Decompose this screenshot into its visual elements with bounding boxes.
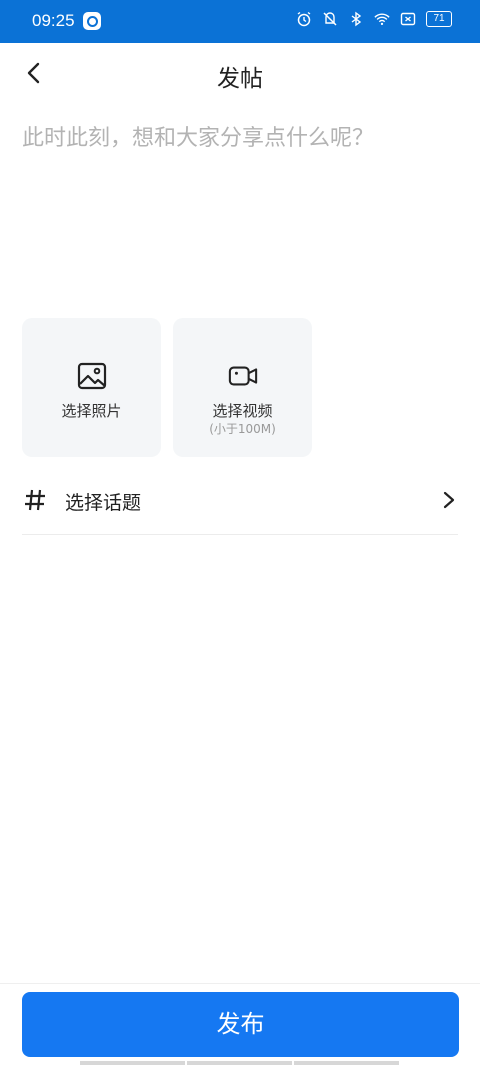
bluetooth-icon (351, 11, 362, 27)
wifi-icon (374, 13, 390, 26)
select-topic-label: 选择话题 (65, 492, 142, 514)
app-notification-icon (83, 12, 101, 30)
page-title: 发帖 (217, 66, 263, 92)
sim-icon (400, 12, 416, 26)
page-header: 发帖 (0, 43, 480, 105)
nav-gesture-bar-right (294, 1061, 399, 1065)
battery-icon: 71 (426, 11, 452, 27)
hash-icon (25, 489, 45, 511)
publish-button[interactable]: 发布 (22, 992, 459, 1057)
video-size-limit: (小于100M) (209, 422, 276, 436)
video-camera-icon (228, 366, 258, 386)
select-photo-label: 选择照片 (61, 402, 122, 420)
status-bar: 09:25 71 (0, 0, 480, 43)
alarm-icon (297, 11, 311, 27)
mute-icon (323, 12, 337, 26)
nav-gesture-bar-center (187, 1061, 292, 1065)
select-topic-row[interactable]: 选择话题 (22, 470, 458, 535)
select-video-label: 选择视频 (212, 402, 273, 420)
post-content-input[interactable] (22, 120, 458, 300)
status-icons: 71 (296, 11, 452, 27)
select-photo-button[interactable]: 选择照片 (22, 318, 161, 457)
select-video-button[interactable]: 选择视频 (小于100M) (173, 318, 312, 457)
nav-gesture-bar-left (80, 1061, 185, 1065)
image-icon (77, 362, 107, 390)
footer-divider (0, 983, 480, 984)
status-time: 09:25 (32, 11, 75, 30)
chevron-right-icon (443, 491, 455, 509)
